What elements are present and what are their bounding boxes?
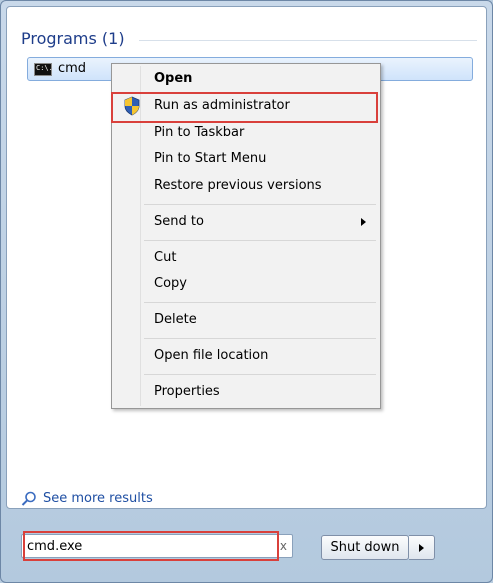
menu-item-properties[interactable]: Properties xyxy=(114,380,378,404)
menu-item-label: Send to xyxy=(154,214,204,229)
programs-group-header[interactable]: Programs (1) xyxy=(21,29,125,51)
menu-item-cut[interactable]: Cut xyxy=(114,246,378,270)
menu-separator xyxy=(144,338,376,339)
menu-item-restore-previous-versions[interactable]: Restore previous versions xyxy=(114,174,378,198)
shut-down-options-button[interactable] xyxy=(409,535,435,560)
menu-item-label: Restore previous versions xyxy=(154,178,322,193)
search-icon xyxy=(21,491,36,506)
menu-item-open-file-location[interactable]: Open file location xyxy=(114,344,378,368)
group-divider xyxy=(139,40,477,41)
menu-separator xyxy=(144,302,376,303)
menu-item-label: Delete xyxy=(154,312,197,327)
shut-down-button[interactable]: Shut down xyxy=(321,535,409,560)
menu-item-pin-to-taskbar[interactable]: Pin to Taskbar xyxy=(114,121,378,145)
menu-item-label: Cut xyxy=(154,250,177,265)
command-prompt-icon-text: C:\. xyxy=(36,64,53,72)
clear-search-icon[interactable]: x xyxy=(280,539,287,553)
start-menu: Programs (1) C:\. cmd Open Run as admini… xyxy=(0,0,493,583)
submenu-arrow-icon xyxy=(361,218,366,226)
menu-separator xyxy=(144,374,376,375)
menu-item-open[interactable]: Open xyxy=(114,67,378,91)
run-as-admin-highlight xyxy=(111,92,378,123)
menu-item-label: Pin to Start Menu xyxy=(154,151,267,166)
menu-item-label: Copy xyxy=(154,276,187,291)
menu-item-label: Pin to Taskbar xyxy=(154,125,245,140)
chevron-right-icon xyxy=(419,544,424,552)
see-more-results-label: See more results xyxy=(43,491,153,506)
menu-item-delete[interactable]: Delete xyxy=(114,308,378,332)
menu-separator xyxy=(144,240,376,241)
menu-item-label: Properties xyxy=(154,384,220,399)
see-more-results-link[interactable]: See more results xyxy=(21,491,153,506)
menu-item-label: Open xyxy=(154,71,193,86)
menu-separator xyxy=(144,204,376,205)
search-input-highlight xyxy=(23,531,279,561)
menu-item-send-to[interactable]: Send to xyxy=(114,210,378,234)
menu-item-copy[interactable]: Copy xyxy=(114,272,378,296)
menu-item-label: Open file location xyxy=(154,348,269,363)
result-label: cmd xyxy=(58,61,87,76)
command-prompt-icon: C:\. xyxy=(34,63,53,76)
menu-item-pin-to-start-menu[interactable]: Pin to Start Menu xyxy=(114,147,378,171)
